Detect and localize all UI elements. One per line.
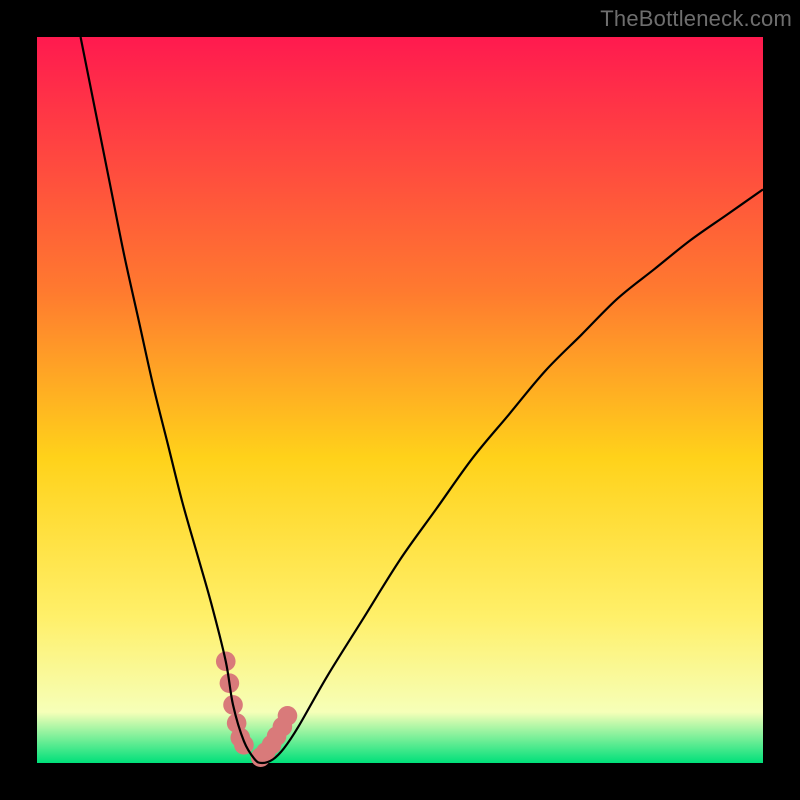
bottleneck-curve [81,37,763,763]
plot-area [37,37,763,763]
chart-frame: TheBottleneck.com [0,0,800,800]
marker-dot [234,735,254,755]
watermark-text: TheBottleneck.com [600,6,792,32]
marker-dot [278,706,298,726]
curve-layer [37,37,763,763]
